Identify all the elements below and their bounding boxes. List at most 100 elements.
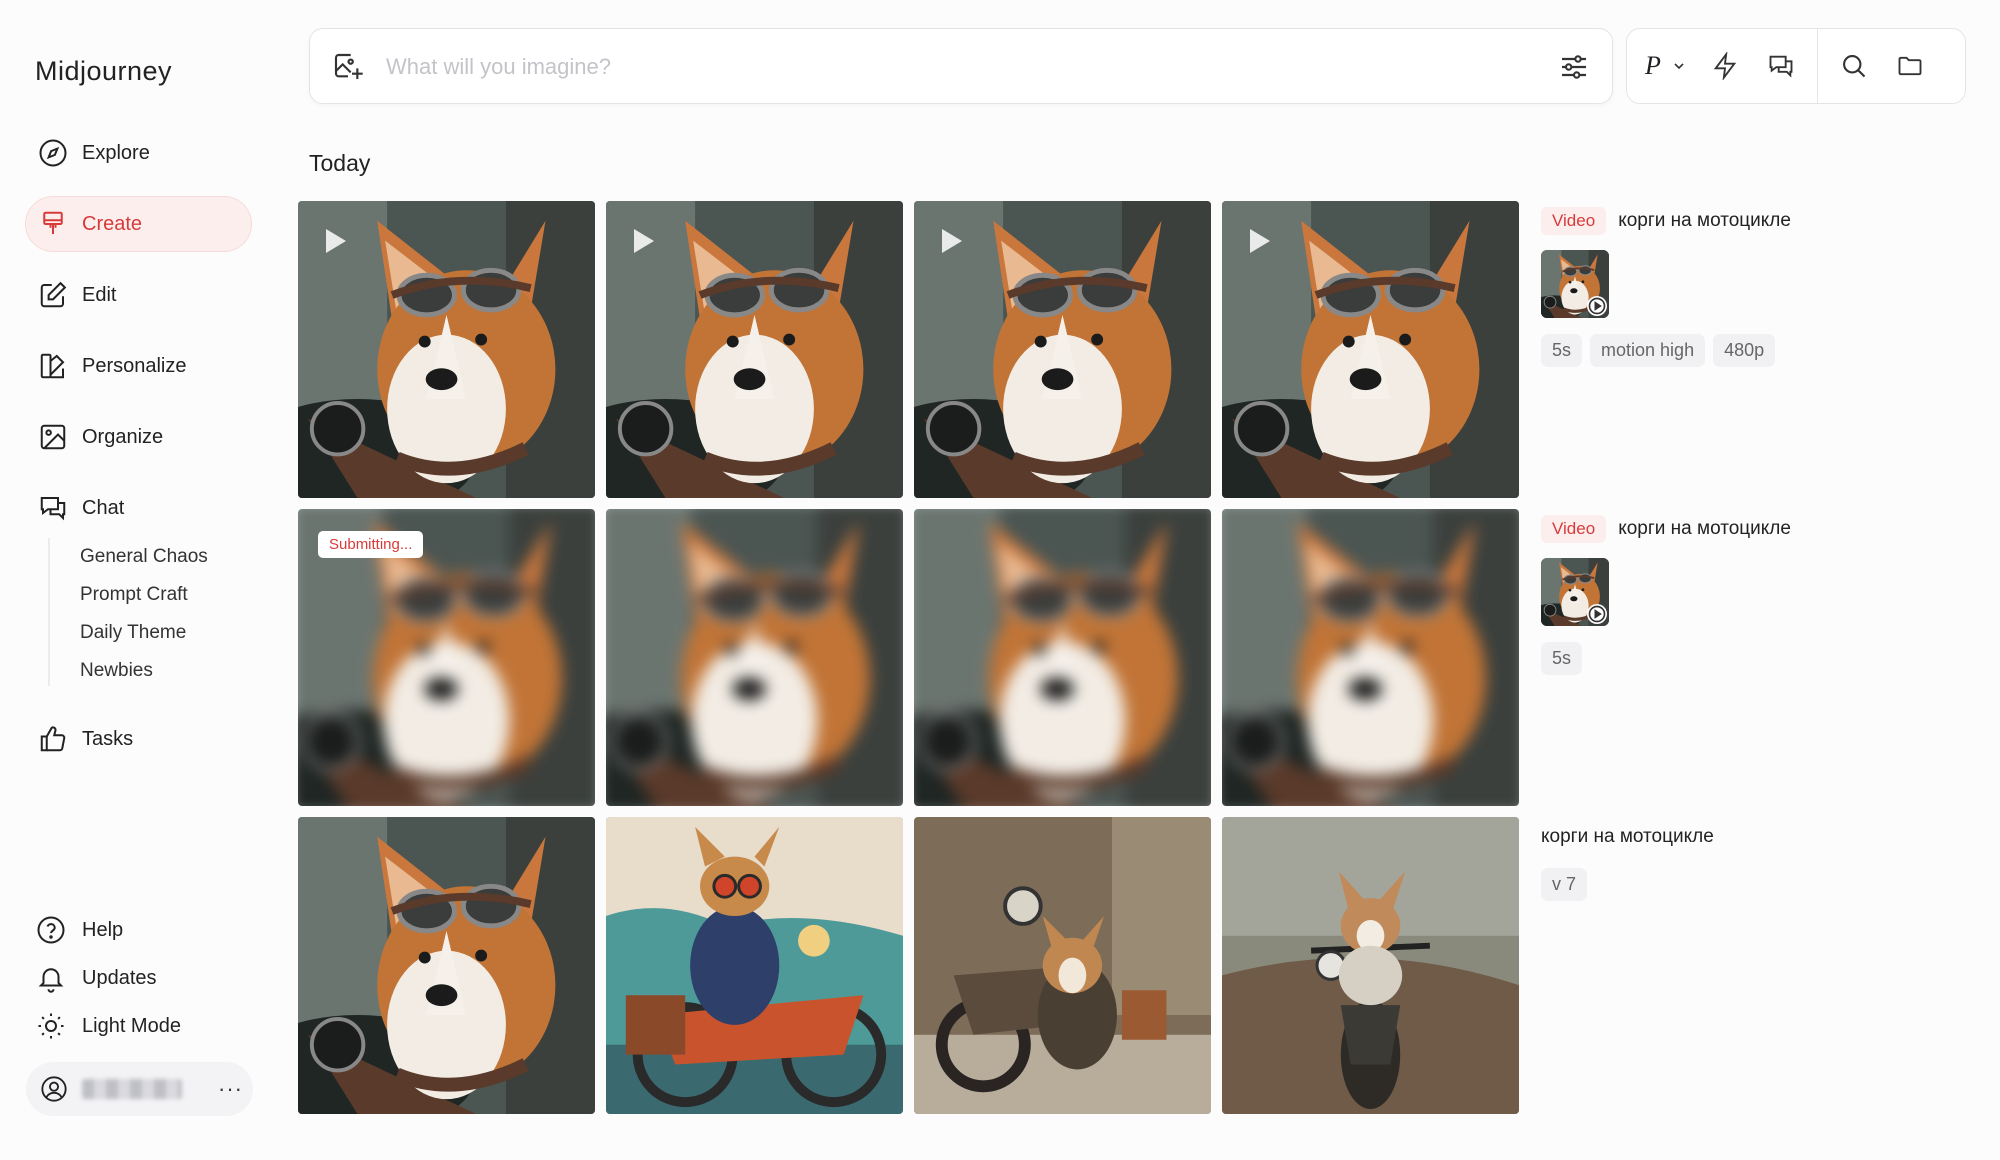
video-thumb[interactable] <box>914 201 1211 498</box>
prompt-text[interactable]: корги на мотоцикле <box>1618 518 1791 540</box>
nav-chat-label: Chat <box>82 496 125 519</box>
bell-icon <box>38 968 64 993</box>
chat-mode-button[interactable] <box>1753 38 1809 94</box>
param-chip[interactable]: 480p <box>1713 334 1776 367</box>
version-chip[interactable]: v 7 <box>1541 868 1588 901</box>
brush-icon <box>43 211 63 234</box>
video-tag: Video <box>1541 515 1607 543</box>
play-icon <box>634 229 654 253</box>
chat-channel-list: General Chaos Prompt Craft Daily Theme N… <box>48 538 208 686</box>
chat-channel-prompt-craft[interactable]: Prompt Craft <box>80 576 208 614</box>
nav-explore-label: Explore <box>82 141 150 164</box>
add-image-icon[interactable] <box>332 51 364 83</box>
p-label: P <box>1645 51 1661 80</box>
section-title: Today <box>309 150 371 176</box>
personalization-dropdown[interactable]: P <box>1627 51 1697 81</box>
toolbar: P <box>1626 28 1966 104</box>
chat-channel-newbies[interactable]: Newbies <box>80 652 208 690</box>
param-chip[interactable]: 5s <box>1541 334 1583 367</box>
nav-edit[interactable]: Edit <box>26 268 251 322</box>
pending-thumb[interactable] <box>606 509 903 806</box>
image-thumb[interactable] <box>606 817 903 1114</box>
compass-icon <box>39 139 67 167</box>
video-tag: Video <box>1541 207 1607 235</box>
thumbs-up-icon <box>40 726 66 752</box>
pending-thumb[interactable] <box>1222 509 1519 806</box>
street-corgi-image <box>914 817 1211 1114</box>
dirt-road-corgi-image <box>1222 817 1519 1114</box>
play-icon <box>1250 229 1270 253</box>
play-icon <box>326 229 346 253</box>
image-thumb[interactable] <box>914 817 1211 1114</box>
prompt-input[interactable] <box>386 43 1486 91</box>
edit-icon <box>40 281 67 308</box>
search-button[interactable] <box>1826 38 1882 94</box>
chevron-down-icon <box>1674 63 1684 70</box>
nav-chat[interactable]: Chat <box>26 481 251 535</box>
more-options-button[interactable]: ··· <box>218 1076 243 1102</box>
search-icon <box>1843 55 1866 78</box>
pending-thumb[interactable] <box>914 509 1211 806</box>
job-meta: Video корги на мотоцикле 5s motion high … <box>1541 206 1791 367</box>
image-thumb[interactable] <box>298 817 595 1114</box>
video-source-icon <box>1587 296 1607 316</box>
chat-bubbles-icon <box>1769 55 1793 78</box>
updates-link[interactable]: Updates <box>36 963 157 993</box>
chat-channel-daily-theme[interactable]: Daily Theme <box>80 614 208 652</box>
help-link[interactable]: Help <box>36 915 123 945</box>
play-icon <box>942 229 962 253</box>
image-thumb[interactable] <box>1222 817 1519 1114</box>
toolbar-divider <box>1817 29 1818 103</box>
image-icon <box>40 424 66 450</box>
nav-personalize[interactable]: Personalize <box>26 339 251 393</box>
corgi-image-blurred <box>914 509 1211 806</box>
sidebar: Midjourney Explore Create Edit Personali… <box>0 0 280 1160</box>
nav-create-label: Create <box>82 212 143 235</box>
param-chip[interactable]: motion high <box>1590 334 1706 367</box>
nav-explore[interactable]: Explore <box>26 126 251 180</box>
nav-organize-label: Organize <box>82 425 164 448</box>
light-mode-label: Light Mode <box>82 1014 181 1037</box>
corgi-image <box>298 817 595 1114</box>
nav-tasks-label: Tasks <box>82 727 134 750</box>
nav-create[interactable]: Create <box>26 197 251 251</box>
cartoon-corgi-image <box>606 817 903 1114</box>
avatar-icon <box>41 1076 67 1102</box>
help-label: Help <box>82 918 124 941</box>
settings-sliders-icon[interactable] <box>1558 51 1590 83</box>
chat-channel-general-chaos[interactable]: General Chaos <box>80 538 208 576</box>
updates-label: Updates <box>82 966 157 989</box>
param-chip[interactable]: 5s <box>1541 642 1583 675</box>
nav-organize[interactable]: Organize <box>26 410 251 464</box>
video-thumb[interactable] <box>606 201 903 498</box>
user-account[interactable]: ··· <box>26 1062 253 1116</box>
nav-edit-label: Edit <box>82 283 117 306</box>
username-redacted <box>82 1079 182 1099</box>
nav-personalize-label: Personalize <box>82 354 187 377</box>
chat-icon <box>40 497 66 521</box>
prompt-text[interactable]: корги на мотоцикле <box>1541 826 1714 848</box>
video-thumb[interactable] <box>1222 201 1519 498</box>
lightning-icon <box>1713 52 1737 80</box>
pending-thumb[interactable]: Submitting... <box>298 509 595 806</box>
nav-tasks[interactable]: Tasks <box>26 712 251 766</box>
prompt-bar <box>309 28 1613 104</box>
source-thumb[interactable] <box>1541 250 1609 318</box>
video-thumb[interactable] <box>298 201 595 498</box>
personalize-icon <box>40 353 65 379</box>
video-source-icon <box>1587 604 1607 624</box>
folder-button[interactable] <box>1882 38 1938 94</box>
sun-icon <box>38 1013 64 1039</box>
corgi-image-blurred <box>606 509 903 806</box>
light-mode-toggle[interactable]: Light Mode <box>36 1011 181 1041</box>
app-logo[interactable]: Midjourney <box>35 56 172 87</box>
job-meta: корги на мотоцикле v 7 <box>1541 822 1714 901</box>
help-icon <box>37 916 65 944</box>
job-meta: Video корги на мотоцикле 5s <box>1541 514 1791 675</box>
corgi-image-blurred <box>1222 509 1519 806</box>
prompt-text[interactable]: корги на мотоцикле <box>1618 210 1791 232</box>
folder-icon <box>1898 56 1922 76</box>
speed-button[interactable] <box>1697 38 1753 94</box>
source-thumb[interactable] <box>1541 558 1609 626</box>
submitting-badge: Submitting... <box>318 531 424 558</box>
